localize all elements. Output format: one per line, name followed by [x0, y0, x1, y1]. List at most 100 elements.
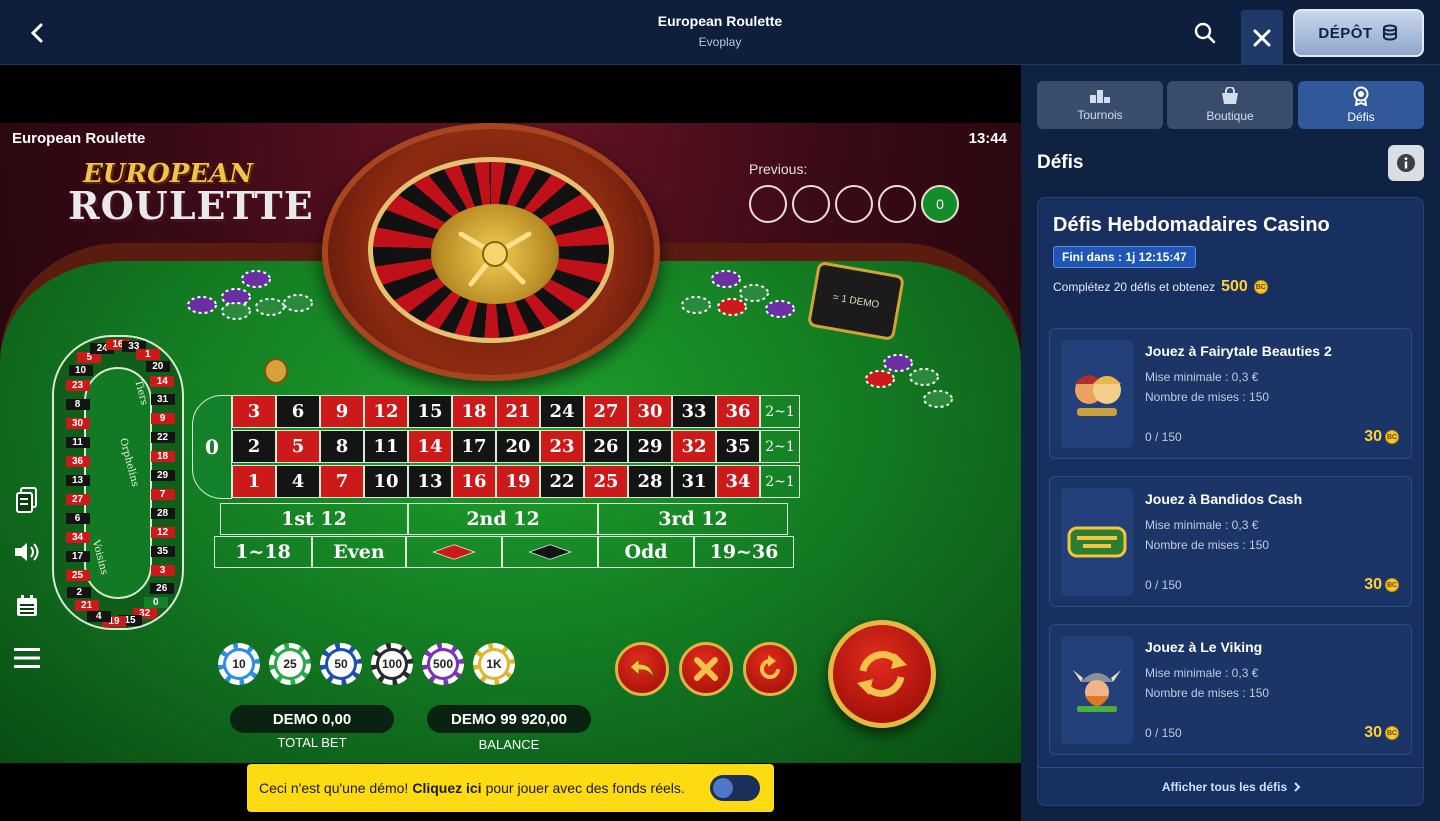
tab-defis[interactable]: Défis	[1298, 81, 1424, 129]
chip-100[interactable]: 100	[371, 643, 413, 685]
bet-cell-number[interactable]: 3	[232, 395, 276, 428]
racetrack-number[interactable]: 17	[65, 551, 90, 563]
bet-cell-number[interactable]: 20	[496, 430, 540, 463]
tab-tournois[interactable]: Tournois	[1037, 81, 1163, 129]
racetrack-number[interactable]: 20	[145, 361, 170, 373]
racetrack-number[interactable]: 23	[65, 380, 90, 391]
racetrack-number[interactable]: 36	[65, 456, 90, 468]
red-bet[interactable]	[406, 536, 502, 568]
bet-cell-number[interactable]: 11	[364, 430, 408, 463]
bet-cell-number[interactable]: 32	[672, 430, 716, 463]
bet-cell-number[interactable]: 14	[408, 430, 452, 463]
real-money-toggle[interactable]	[710, 775, 760, 801]
bet-cell-number[interactable]: 16	[452, 465, 496, 498]
bet-cell-number[interactable]: 23	[540, 430, 584, 463]
tab-boutique[interactable]: Boutique	[1167, 81, 1293, 129]
close-button[interactable]	[1241, 10, 1283, 65]
dozen-bet-third[interactable]: 3rd 12	[598, 503, 788, 535]
demo-banner-link[interactable]: Cliquez ici	[412, 780, 481, 796]
chip-25[interactable]: 25	[269, 643, 311, 685]
chip-10[interactable]: 10	[218, 643, 260, 685]
racetrack-number[interactable]: 34	[65, 532, 90, 544]
sound-button[interactable]	[12, 537, 42, 567]
racetrack-number[interactable]: 12	[150, 527, 175, 539]
back-button[interactable]	[22, 18, 52, 48]
black-bet[interactable]	[502, 536, 598, 568]
low-bet[interactable]: 1~18	[214, 536, 312, 568]
bet-cell-number[interactable]: 4	[276, 465, 320, 498]
dozen-bet-first[interactable]: 1st 12	[220, 503, 408, 535]
racetrack-bet-area[interactable]: Tiers Orphelins Voisins 23 10 5 24 16 33 1 20 14…	[52, 335, 184, 630]
racetrack-number[interactable]: 13	[65, 475, 90, 487]
bet-cell-number[interactable]: 2	[232, 430, 276, 463]
bet-cell-number[interactable]: 19	[496, 465, 540, 498]
bet-cell-number[interactable]: 36	[716, 395, 760, 428]
bet-cell-number[interactable]: 8	[320, 430, 364, 463]
bet-cell-number[interactable]: 27	[584, 395, 628, 428]
racetrack-number[interactable]: 3	[150, 565, 175, 577]
rebet-button[interactable]	[743, 642, 797, 696]
bet-cell-number[interactable]: 34	[716, 465, 760, 498]
paytable-button[interactable]	[12, 591, 42, 621]
racetrack-number[interactable]: 11	[65, 437, 90, 449]
racetrack-number[interactable]: 26	[149, 582, 174, 594]
bet-cell-number[interactable]: 30	[628, 395, 672, 428]
racetrack-number[interactable]: 10	[68, 364, 93, 376]
bet-cell-number[interactable]: 12	[364, 395, 408, 428]
odd-bet[interactable]: Odd	[598, 536, 694, 568]
bet-cell-zero[interactable]: 0	[192, 395, 232, 499]
racetrack-number[interactable]: 18	[150, 451, 175, 463]
bet-cell-number[interactable]: 28	[628, 465, 672, 498]
challenge-item[interactable]: Jouez à Le Viking Mise minimale : 0,3 € …	[1049, 624, 1412, 755]
racetrack-number[interactable]: 21	[74, 600, 99, 612]
bet-cell-number[interactable]: 6	[276, 395, 320, 428]
bet-cell-number[interactable]: 25	[584, 465, 628, 498]
clear-bets-button[interactable]	[679, 642, 733, 696]
even-bet[interactable]: Even	[312, 536, 406, 568]
search-button[interactable]	[1190, 18, 1220, 48]
column-bet-middle[interactable]: 2~1	[760, 430, 800, 463]
racetrack-number[interactable]: 2	[67, 586, 92, 598]
dozen-bet-second[interactable]: 2nd 12	[408, 503, 598, 535]
bet-cell-number[interactable]: 17	[452, 430, 496, 463]
menu-button[interactable]	[12, 643, 42, 673]
bet-cell-number[interactable]: 21	[496, 395, 540, 428]
bet-cell-number[interactable]: 31	[672, 465, 716, 498]
racetrack-number[interactable]: 31	[150, 394, 175, 406]
racetrack-number[interactable]: 28	[150, 508, 175, 520]
chip-50[interactable]: 50	[320, 643, 362, 685]
see-all-challenges-link[interactable]: Afficher tous les défis	[1038, 767, 1423, 805]
bet-cell-number[interactable]: 18	[452, 395, 496, 428]
racetrack-number[interactable]: 14	[150, 376, 175, 388]
deposit-button[interactable]: DÉPÔT	[1293, 9, 1424, 57]
bet-cell-number[interactable]: 24	[540, 395, 584, 428]
racetrack-number[interactable]: 4	[86, 610, 111, 622]
racetrack-number[interactable]: 8	[65, 399, 90, 411]
challenge-item[interactable]: Jouez à Bandidos Cash Mise minimale : 0,…	[1049, 476, 1412, 607]
history-button[interactable]	[12, 485, 42, 515]
bet-cell-number[interactable]: 26	[584, 430, 628, 463]
racetrack-number[interactable]: 30	[65, 418, 90, 430]
info-button[interactable]	[1388, 145, 1424, 181]
high-bet[interactable]: 19~36	[694, 536, 794, 568]
column-bet-top[interactable]: 2~1	[760, 395, 800, 428]
bet-cell-number[interactable]: 22	[540, 465, 584, 498]
racetrack-number[interactable]: 1	[135, 348, 160, 360]
bet-cell-number[interactable]: 35	[716, 430, 760, 463]
bet-cell-number[interactable]: 5	[276, 430, 320, 463]
spin-button[interactable]	[828, 620, 936, 728]
racetrack-number[interactable]: 22	[150, 432, 175, 444]
undo-button[interactable]	[615, 642, 669, 696]
racetrack-number[interactable]: 25	[65, 570, 90, 582]
racetrack-number[interactable]: 29	[150, 470, 175, 482]
column-bet-bottom[interactable]: 2~1	[760, 465, 800, 498]
racetrack-number[interactable]: 6	[65, 513, 90, 525]
bet-cell-number[interactable]: 1	[232, 465, 276, 498]
chip-500[interactable]: 500	[422, 643, 464, 685]
racetrack-number[interactable]: 0	[143, 597, 168, 609]
bet-cell-number[interactable]: 7	[320, 465, 364, 498]
racetrack-number[interactable]: 7	[150, 489, 175, 501]
racetrack-number[interactable]: 35	[150, 546, 175, 558]
challenge-item[interactable]: Jouez à Fairytale Beauties 2 Mise minima…	[1049, 328, 1412, 459]
bet-cell-number[interactable]: 29	[628, 430, 672, 463]
